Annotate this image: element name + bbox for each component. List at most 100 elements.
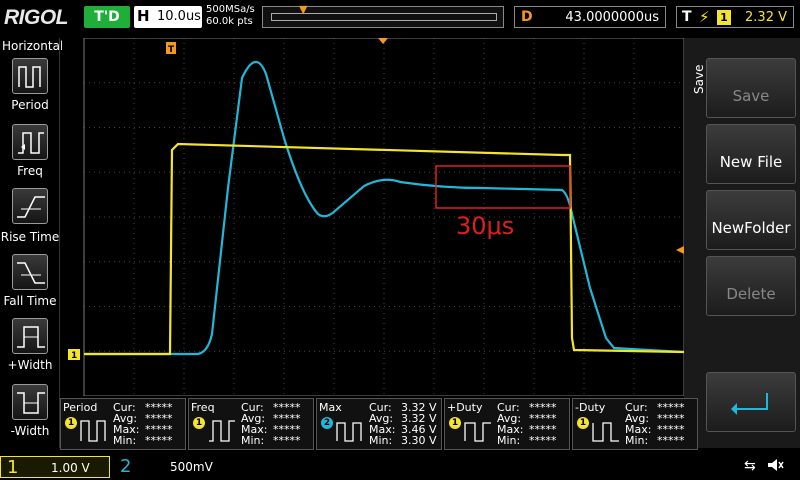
period-label: Period — [11, 98, 49, 112]
channel-bar: 1 1.00 V 2 500mV ⇆ — [0, 452, 800, 480]
save-button-label: Save — [732, 87, 770, 105]
row-value: 3.30 V — [401, 434, 437, 447]
memory-position-bar[interactable]: ▼ — [262, 3, 504, 28]
new-folder-button[interactable]: NewFolder — [706, 190, 796, 250]
ch1-scale-box[interactable]: 1 1.00 V — [0, 456, 110, 478]
ch2-number: 2 — [120, 456, 132, 477]
delete-button[interactable]: Delete — [706, 256, 796, 316]
measurement-name: +Duty — [447, 401, 483, 414]
measurement-channel-badge: 1 — [577, 417, 589, 429]
measurement-row: Min: ***** — [241, 435, 301, 446]
measurement-name: Max — [319, 401, 342, 414]
negative-width-button[interactable] — [12, 384, 48, 420]
measurement-type-icon — [592, 422, 619, 442]
ch1-marker-label: 1 — [71, 351, 77, 361]
return-button[interactable] — [706, 372, 796, 432]
positive-width-icon — [17, 326, 45, 348]
rise-time-label: Rise Time — [0, 230, 60, 244]
row-label: Min: — [625, 434, 649, 447]
new-file-button[interactable]: New File — [706, 124, 796, 184]
freq-button[interactable] — [12, 124, 48, 160]
negative-width-label: -Width — [10, 424, 50, 438]
timebase-value: 10.0us — [157, 9, 201, 24]
ch1-number: 1 — [7, 457, 19, 478]
row-value: ***** — [657, 434, 685, 447]
delay-value: 43.0000000us — [565, 10, 659, 25]
measurement-type-icon — [464, 422, 491, 442]
row-value: ***** — [273, 434, 301, 447]
measurement-channel-badge: 1 — [449, 417, 461, 429]
freq-label: Freq — [17, 164, 43, 178]
period-button[interactable] — [12, 58, 48, 94]
measurement-values: Cur: ***** Avg: ***** Max: ***** Min: ***** — [497, 402, 557, 446]
measurement-values: Cur: ***** Avg: ***** Max: ***** Min: ***** — [241, 402, 301, 446]
row-label: Min: — [113, 434, 137, 447]
measurement-duty[interactable]: -Duty 1 Cur: ***** Avg: ***** Max: ***** Min: ***… — [572, 398, 698, 450]
brand-logo: RIGOL — [4, 6, 69, 29]
delete-label: Delete — [726, 285, 776, 303]
measurement-values: Cur: ***** Avg: ***** Max: ***** Min: ***** — [625, 402, 685, 446]
trigger-box[interactable]: T ⚡ 1 2.32 V — [676, 6, 794, 28]
usb-icon: ⇆ — [744, 458, 756, 474]
rise-time-button[interactable] — [12, 188, 48, 224]
delay-box[interactable]: D 43.0000000us — [514, 6, 666, 28]
fall-time-icon — [17, 262, 45, 284]
row-label: Min: — [241, 434, 265, 447]
row-value: ***** — [145, 434, 173, 447]
new-folder-label: NewFolder — [711, 219, 791, 237]
period-icon — [18, 66, 41, 88]
save-button[interactable]: Save — [706, 58, 796, 118]
trigger-position-label: T — [168, 45, 175, 55]
measurement-strip: Period 1 Cur: ***** Avg: ***** Max: ***** Min: **… — [60, 398, 700, 450]
measurement-channel-badge: 1 — [65, 417, 77, 429]
trigger-letter: T — [682, 9, 692, 25]
measurement-period[interactable]: Period 1 Cur: ***** Avg: ***** Max: ***** Min: **… — [60, 398, 186, 450]
acquisition-info: 500MSa/s 60.0k pts — [206, 4, 255, 28]
row-label: Min: — [497, 434, 521, 447]
measurement-freq[interactable]: Freq 1 Cur: ***** Avg: ***** Max: ***** Min: ****… — [188, 398, 314, 450]
trigger-channel-badge: 1 — [717, 10, 731, 25]
measurement-values: Cur: 3.32 V Avg: 3.32 V Max: 3.46 V Min: 3.30 V — [369, 402, 437, 446]
measurement-type-icon — [209, 420, 235, 442]
measurement-name: -Duty — [575, 401, 606, 414]
row-value: ***** — [529, 434, 557, 447]
measurement-row: Min: ***** — [497, 435, 557, 446]
measurement-row: Min: ***** — [625, 435, 685, 446]
measurement-channel-badge: 2 — [321, 417, 333, 429]
return-arrow-icon — [731, 393, 768, 415]
rising-edge-icon: ⚡ — [699, 8, 710, 26]
row-label: Min: — [369, 434, 393, 447]
top-status-bar: RIGOL T'D H 10.0us 500MSa/s 60.0k pts ▼ … — [0, 0, 800, 38]
measurement-type-icon — [336, 422, 362, 442]
memory-depth: 60.0k pts — [206, 16, 253, 27]
measurement-duty[interactable]: +Duty 1 Cur: ***** Avg: ***** Max: ***** Min: ***… — [444, 398, 570, 450]
save-menu-panel: Save Save New File NewFolder Delete — [684, 38, 800, 448]
measurement-max[interactable]: Max 2 Cur: 3.32 V Avg: 3.32 V Max: 3.46 V Min: 3.… — [316, 398, 442, 450]
trigger-level: 2.32 V — [745, 10, 787, 25]
positive-width-button[interactable] — [12, 318, 48, 354]
mute-speaker-icon[interactable] — [766, 456, 784, 474]
rise-time-icon — [17, 196, 45, 218]
delay-letter: D — [521, 9, 533, 25]
waveform-display[interactable]: 30μs 1 T — [62, 38, 684, 396]
panel-title: Horizontal — [2, 39, 64, 53]
new-file-label: New File — [719, 153, 783, 171]
fall-time-button[interactable] — [12, 254, 48, 290]
freq-icon — [18, 132, 44, 154]
measurement-type-icon — [80, 420, 106, 442]
run-state-button[interactable]: T'D — [84, 6, 130, 28]
save-menu-title: Save — [692, 64, 706, 94]
measurement-values: Cur: ***** Avg: ***** Max: ***** Min: ***** — [113, 402, 173, 446]
measurement-channel-badge: 1 — [193, 417, 205, 429]
positive-width-label: +Width — [7, 358, 53, 372]
measurement-name: Freq — [191, 401, 215, 414]
trigger-position-marker: ▼ — [299, 3, 308, 16]
measurement-row: Min: 3.30 V — [369, 435, 437, 446]
fall-time-label: Fall Time — [3, 294, 57, 308]
negative-width-icon — [17, 392, 45, 414]
horizontal-letter: H — [137, 7, 150, 25]
ch2-scale-box[interactable]: 2 500mV — [112, 456, 222, 478]
horizontal-timebase-box[interactable]: H 10.0us — [134, 6, 202, 28]
sample-rate: 500MSa/s — [206, 4, 255, 15]
ch1-scale: 1.00 V — [51, 461, 90, 475]
